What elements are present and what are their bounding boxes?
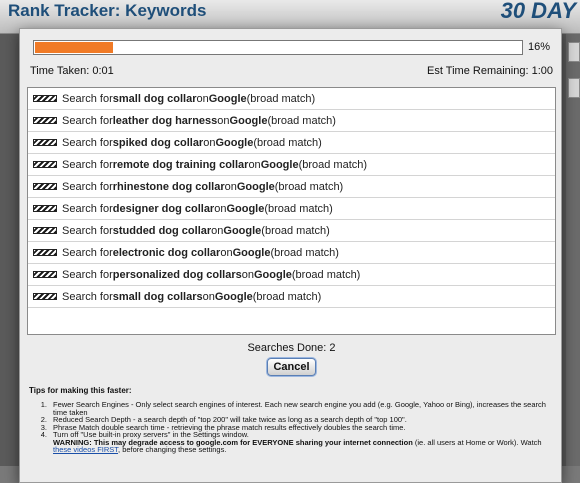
background-field bbox=[568, 78, 580, 98]
progress-spinner-icon bbox=[33, 271, 57, 278]
search-prefix: Search for bbox=[62, 180, 113, 193]
search-match-type: (broad match) bbox=[264, 202, 333, 215]
tip-text: Turn off "Use built-in proxy servers" in… bbox=[53, 431, 551, 454]
search-row: Search for electronic dog collar on Goog… bbox=[28, 242, 555, 264]
search-on: on bbox=[217, 114, 230, 127]
tips-heading: Tips for making this faster: bbox=[29, 386, 132, 395]
search-engine: Google bbox=[208, 92, 247, 105]
tip-number: 1. bbox=[40, 400, 47, 409]
search-row: Search for spiked dog collar on Google (… bbox=[28, 132, 555, 154]
search-match-type: (broad match) bbox=[252, 290, 322, 303]
search-prefix: Search for bbox=[62, 158, 113, 171]
search-prefix: Search for bbox=[62, 268, 113, 281]
tip-text: Fewer Search Engines - Only select searc… bbox=[53, 400, 546, 417]
search-on: on bbox=[202, 290, 215, 303]
search-keyword: rhinestone dog collar bbox=[112, 180, 225, 193]
search-engine: Google bbox=[214, 290, 253, 303]
search-prefix: Search for bbox=[62, 224, 113, 237]
search-keyword: leather dog harness bbox=[112, 114, 218, 127]
search-prefix: Search for bbox=[62, 202, 113, 215]
search-match-type: (broad match) bbox=[253, 136, 322, 149]
search-engine: Google bbox=[260, 158, 299, 171]
search-match-type: (broad match) bbox=[267, 114, 336, 127]
progress-spinner-icon bbox=[33, 161, 57, 168]
search-engine: Google bbox=[253, 268, 292, 281]
search-row: Search for remote dog training collar on… bbox=[28, 154, 555, 176]
search-row: Search for small dog collars on Google (… bbox=[28, 286, 555, 308]
search-on: on bbox=[241, 268, 254, 281]
trial-badge: 30 DAY bbox=[500, 0, 576, 23]
search-match-type: (broad match) bbox=[291, 268, 361, 281]
search-row: Search for personalized dog collars on G… bbox=[28, 264, 555, 286]
search-on: on bbox=[196, 92, 209, 105]
progress-row: 16% bbox=[33, 40, 553, 56]
videos-link[interactable]: these videos FIRST bbox=[53, 445, 118, 454]
warning-end: , before changing these settings. bbox=[118, 445, 227, 454]
search-row: Search for leather dog harness on Google… bbox=[28, 110, 555, 132]
search-row: Search for small dog collar on Google (b… bbox=[28, 88, 555, 110]
search-keyword: studded dog collar bbox=[112, 224, 212, 237]
search-prefix: Search for bbox=[62, 246, 113, 259]
search-keyword: spiked dog collar bbox=[112, 136, 204, 149]
search-row: Search for studded dog collar on Google … bbox=[28, 220, 555, 242]
search-keyword: designer dog collar bbox=[112, 202, 215, 215]
progress-bar-fill bbox=[35, 42, 113, 53]
progress-bar bbox=[33, 40, 523, 55]
progress-spinner-icon bbox=[33, 249, 57, 256]
tips-list: 1. Fewer Search Engines - Only select se… bbox=[37, 401, 551, 454]
progress-spinner-icon bbox=[33, 139, 57, 146]
tip-number: 4. bbox=[40, 430, 47, 439]
search-match-type: (broad match) bbox=[261, 224, 330, 237]
time-remaining: Est Time Remaining: 1:00 bbox=[427, 65, 553, 77]
search-engine: Google bbox=[226, 202, 265, 215]
tip-item: 4. Turn off "Use built-in proxy servers"… bbox=[37, 431, 551, 454]
search-on: on bbox=[211, 224, 224, 237]
search-engine: Google bbox=[215, 136, 254, 149]
search-match-type: (broad match) bbox=[246, 92, 316, 105]
progress-spinner-icon bbox=[33, 227, 57, 234]
search-prefix: Search for bbox=[62, 136, 113, 149]
search-keyword: electronic dog collar bbox=[112, 246, 221, 259]
search-on: on bbox=[214, 202, 227, 215]
search-prefix: Search for bbox=[62, 290, 113, 303]
search-on: on bbox=[203, 136, 216, 149]
progress-spinner-icon bbox=[33, 205, 57, 212]
search-on: on bbox=[224, 180, 237, 193]
search-row: Search for designer dog collar on Google… bbox=[28, 198, 555, 220]
progress-percent: 16% bbox=[528, 41, 551, 53]
search-match-type: (broad match) bbox=[274, 180, 344, 193]
search-keyword: personalized dog collars bbox=[112, 268, 242, 281]
search-keyword: small dog collars bbox=[112, 290, 203, 303]
search-keyword: remote dog training collar bbox=[112, 158, 249, 171]
search-row: Search for rhinestone dog collar on Goog… bbox=[28, 176, 555, 198]
warning-rest: (ie. all users at Home or Work). Watch bbox=[412, 437, 542, 447]
search-prefix: Search for bbox=[62, 92, 113, 105]
progress-spinner-icon bbox=[33, 293, 57, 300]
search-list[interactable]: Search for small dog collar on Google (b… bbox=[27, 87, 556, 335]
cancel-button[interactable]: Cancel bbox=[267, 358, 316, 376]
searches-done-count: Searches Done: 2 bbox=[247, 342, 336, 354]
app-side-strip bbox=[566, 34, 580, 483]
progress-dialog: 16% Time Taken: 0:01 Est Time Remaining:… bbox=[19, 28, 562, 483]
progress-spinner-icon bbox=[33, 117, 57, 124]
search-match-type: (broad match) bbox=[298, 158, 368, 171]
search-engine: Google bbox=[223, 224, 262, 237]
background-field bbox=[568, 42, 580, 62]
time-taken: Time Taken: 0:01 bbox=[30, 65, 114, 77]
tip-item: 1. Fewer Search Engines - Only select se… bbox=[37, 401, 551, 416]
search-keyword: small dog collar bbox=[112, 92, 197, 105]
search-prefix: Search for bbox=[62, 114, 113, 127]
search-engine: Google bbox=[232, 246, 271, 259]
app-title: Rank Tracker: Keywords bbox=[8, 1, 207, 20]
search-engine: Google bbox=[229, 114, 268, 127]
search-engine: Google bbox=[236, 180, 275, 193]
search-on: on bbox=[220, 246, 233, 259]
search-on: on bbox=[248, 158, 261, 171]
progress-spinner-icon bbox=[33, 95, 57, 102]
progress-spinner-icon bbox=[33, 183, 57, 190]
search-match-type: (broad match) bbox=[270, 246, 339, 259]
tip-warning: WARNING: This may degrade access to goog… bbox=[53, 438, 542, 455]
